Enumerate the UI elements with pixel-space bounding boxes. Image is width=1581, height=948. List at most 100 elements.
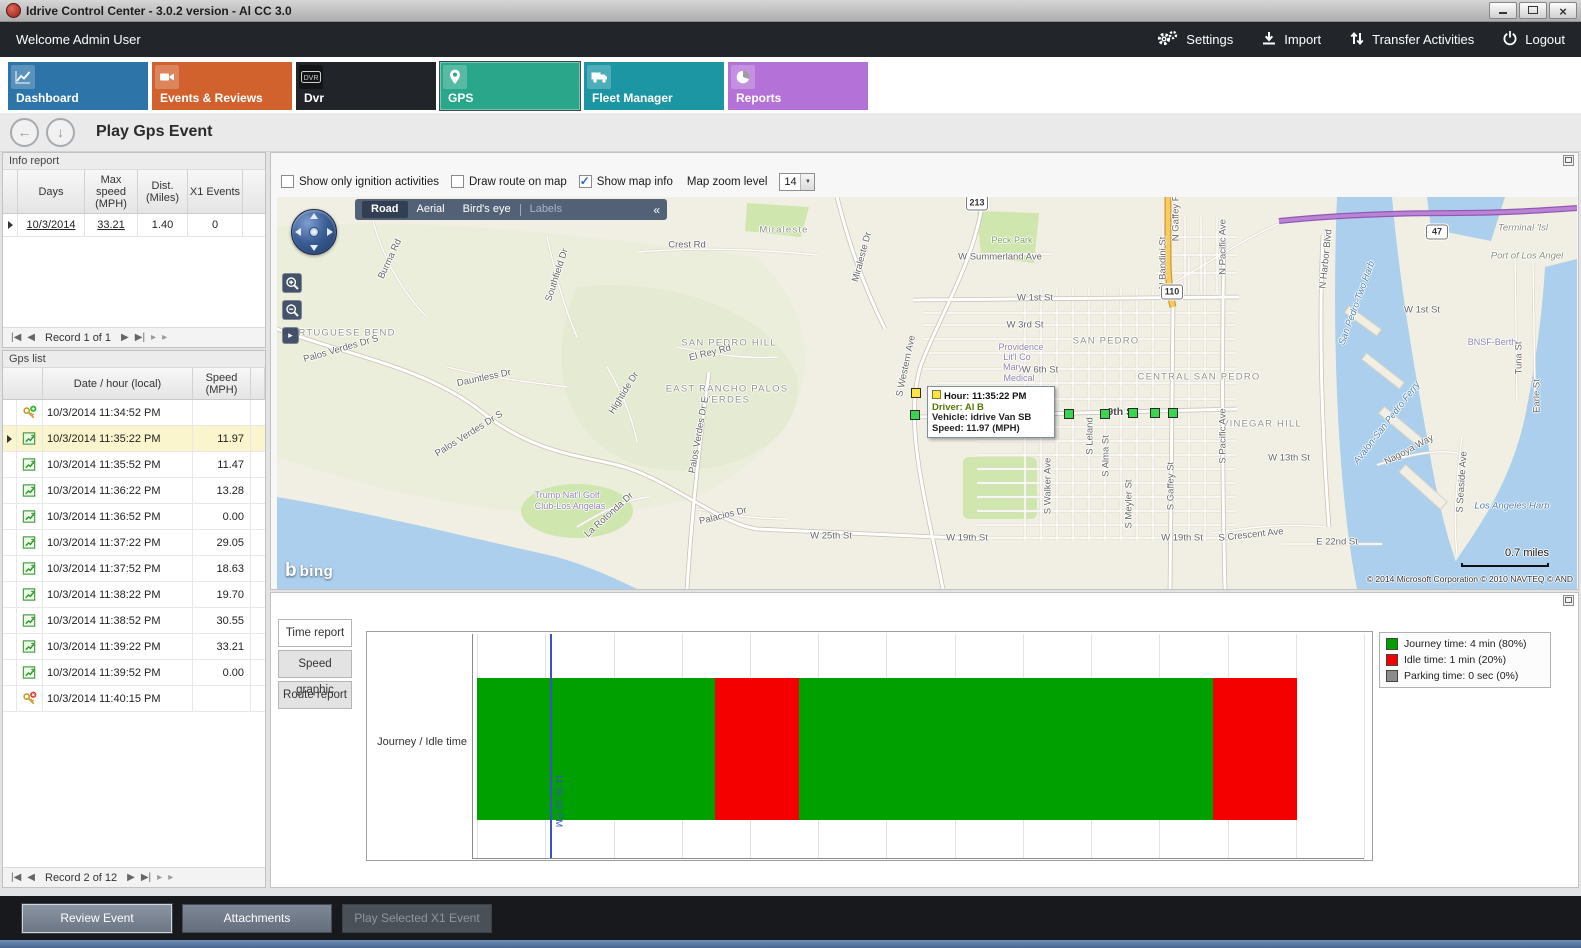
last-record-button[interactable]: ▶| xyxy=(138,872,154,883)
close-button[interactable] xyxy=(1549,2,1577,19)
map-label: CENTRAL SAN PEDRO xyxy=(1138,372,1261,383)
map-canvas[interactable]: MiralestePeck ParkW Summerland AveCrest … xyxy=(277,197,1577,589)
chart-legend: Journey time: 4 min (80%)Idle time: 1 mi… xyxy=(1379,632,1551,688)
pan-south-icon xyxy=(310,245,318,251)
pager-extra-button[interactable]: ▸ xyxy=(159,332,170,343)
gps-icon xyxy=(17,608,43,634)
next-record-button[interactable]: ▶ xyxy=(118,332,132,343)
transfer-icon xyxy=(1349,31,1365,49)
pan-west-icon xyxy=(295,228,301,236)
zoom-in-button[interactable] xyxy=(282,273,302,293)
map-label: S Alma St xyxy=(1101,435,1112,477)
settings-button[interactable]: Settings xyxy=(1155,30,1233,50)
info-report-row[interactable]: 10/3/2014 33.21 1.40 0 xyxy=(3,214,265,237)
collapse-chart-panel-button[interactable] xyxy=(1563,595,1574,606)
map-style-road[interactable]: Road xyxy=(362,201,408,218)
gps-speed: 0.00 xyxy=(193,504,251,530)
gps-row[interactable]: 10/3/2014 11:38:52 PM30.55 xyxy=(3,608,265,634)
tab-speed-graphic[interactable]: Speed graphic xyxy=(278,650,352,678)
play-selected-x1-event-button: Play Selected X1 Event xyxy=(342,904,492,933)
gps-icon xyxy=(17,530,43,556)
import-button[interactable]: Import xyxy=(1261,31,1321,49)
map-label: S Pacific Ave xyxy=(1218,408,1229,463)
checkbox[interactable] xyxy=(451,175,464,188)
prev-record-button[interactable]: ◀ xyxy=(24,332,38,343)
gps-row[interactable]: 10/3/2014 11:37:22 PM29.05 xyxy=(3,530,265,556)
map-stylebar-collapse-button[interactable]: « xyxy=(653,203,660,217)
gps-row[interactable]: 10/3/2014 11:39:52 PM0.00 xyxy=(3,660,265,686)
tab-time-report[interactable]: Time report xyxy=(278,619,352,647)
tab-dvr[interactable]: DVR Dvr xyxy=(296,62,436,110)
back-button[interactable]: ← xyxy=(10,118,39,147)
gps-row[interactable]: 10/3/2014 11:35:52 PM11.47 xyxy=(3,452,265,478)
pager-extra-button[interactable]: ▸ xyxy=(165,872,176,883)
tab-gps[interactable]: GPS xyxy=(440,62,580,110)
logout-button[interactable]: Logout xyxy=(1502,30,1565,49)
map-zoom-select[interactable]: 14 ▼ xyxy=(779,173,815,191)
minimize-button[interactable] xyxy=(1489,2,1517,19)
map-label: W 13th St xyxy=(1268,453,1310,464)
timeline-segment-idle xyxy=(715,678,799,820)
map-style-birdseye[interactable]: Bird's eye xyxy=(454,201,520,218)
event-start-marker[interactable] xyxy=(911,388,921,398)
last-record-button[interactable]: ▶| xyxy=(132,332,148,343)
tab-dashboard[interactable]: Dashboard xyxy=(8,62,148,110)
attachments-button[interactable]: Attachments xyxy=(182,904,332,933)
expand-controls-button[interactable]: ▸ xyxy=(282,327,299,344)
gps-row[interactable]: 10/3/2014 11:36:22 PM13.28 xyxy=(3,478,265,504)
gps-point-marker[interactable] xyxy=(1100,409,1110,419)
gps-point-marker[interactable] xyxy=(1064,409,1074,419)
gps-speed: 29.05 xyxy=(193,530,251,556)
pager-extra-button[interactable]: ▸ xyxy=(148,332,159,343)
gps-speed xyxy=(193,400,251,426)
gps-row[interactable]: 10/3/2014 11:34:52 PM xyxy=(3,400,265,426)
gps-list-panel: Gps list Date / hour (local) Speed (MPH)… xyxy=(2,350,266,888)
gps-icon xyxy=(17,452,43,478)
gps-row[interactable]: 10/3/2014 11:36:52 PM0.00 xyxy=(3,504,265,530)
first-record-button[interactable]: |◀ xyxy=(8,332,24,343)
gps-point-marker[interactable] xyxy=(1150,408,1160,418)
info-report-panel: Info report Days Max speed (MPH) Dist. (… xyxy=(2,152,266,348)
maximize-button[interactable] xyxy=(1519,2,1547,19)
checkbox[interactable] xyxy=(579,175,592,188)
gps-icon xyxy=(17,504,43,530)
gps-list-header: Date / hour (local) Speed (MPH) xyxy=(3,368,265,400)
pager-extra-button[interactable]: ▸ xyxy=(154,872,165,883)
gps-row[interactable]: 10/3/2014 11:37:52 PM18.63 xyxy=(3,556,265,582)
gps-row[interactable]: 10/3/2014 11:35:22 PM11.97 xyxy=(3,426,265,452)
compass-control[interactable] xyxy=(291,209,337,255)
gps-point-marker[interactable] xyxy=(910,410,920,420)
zoom-out-button[interactable] xyxy=(282,300,302,320)
tab-events-reviews[interactable]: Events & Reviews xyxy=(152,62,292,110)
gps-datetime: 10/3/2014 11:35:22 PM xyxy=(43,426,193,452)
gps-point-marker[interactable] xyxy=(1168,408,1178,418)
max-speed-link[interactable]: 33.21 xyxy=(85,214,138,237)
legend-item: Journey time: 4 min (80%) xyxy=(1386,638,1544,650)
tab-reports[interactable]: Reports xyxy=(728,62,868,110)
next-record-button[interactable]: ▶ xyxy=(124,872,138,883)
legend-swatch xyxy=(1386,670,1398,682)
map-label: Port of Los Angel xyxy=(1491,251,1564,262)
map-label: N Pacific Ave xyxy=(1218,219,1229,275)
gps-row[interactable]: 10/3/2014 11:40:15 PM xyxy=(3,686,265,712)
expand-button[interactable]: ↓ xyxy=(46,118,75,147)
top-menu-bar: Welcome Admin User Settings Import Trans… xyxy=(0,22,1581,57)
prev-record-button[interactable]: ◀ xyxy=(24,872,38,883)
map-style-labels[interactable]: Labels xyxy=(521,201,571,218)
gps-row[interactable]: 10/3/2014 11:38:22 PM19.70 xyxy=(3,582,265,608)
gps-row[interactable]: 10/3/2014 11:39:22 PM33.21 xyxy=(3,634,265,660)
checkbox[interactable] xyxy=(281,175,294,188)
map-label: W 6th St xyxy=(1022,365,1058,376)
map-style-aerial[interactable]: Aerial xyxy=(408,201,454,218)
first-record-button[interactable]: |◀ xyxy=(8,872,24,883)
tab-fleet-manager[interactable]: Fleet Manager xyxy=(584,62,724,110)
info-report-pager: |◀ ◀ Record 1 of 1 ▶ ▶| ▸ ▸ xyxy=(3,327,265,347)
review-event-button[interactable]: Review Event xyxy=(22,904,172,933)
collapse-map-panel-button[interactable] xyxy=(1563,155,1574,166)
transfer-activities-button[interactable]: Transfer Activities xyxy=(1349,31,1474,49)
checkbox-show-ignition: Show only ignition activities xyxy=(281,175,439,188)
tab-route-report[interactable]: Route report xyxy=(278,681,352,709)
gps-point-marker[interactable] xyxy=(1128,408,1138,418)
page-header: ← ↓ Play Gps Event xyxy=(0,113,1581,152)
day-link[interactable]: 10/3/2014 xyxy=(18,214,85,237)
